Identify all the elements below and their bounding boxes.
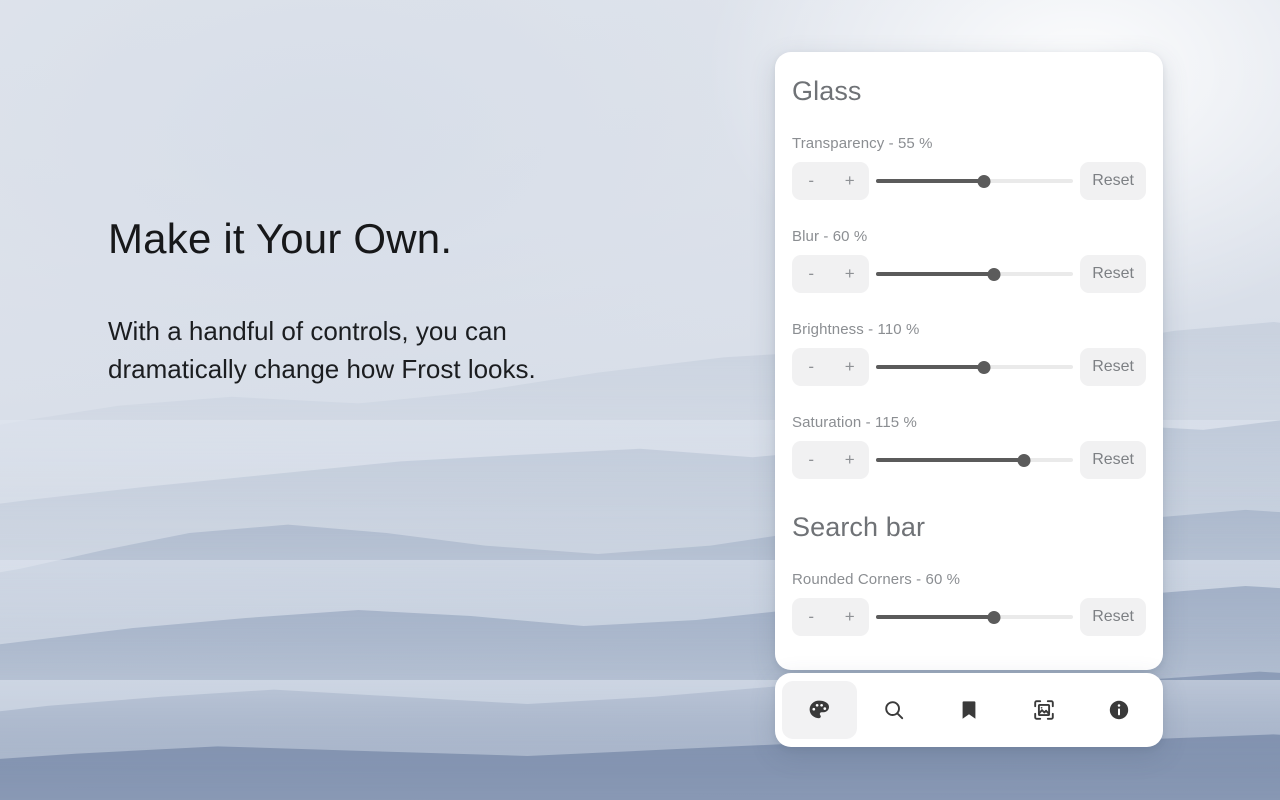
increment-button[interactable]: + — [831, 441, 870, 479]
nav-item-appearance[interactable] — [782, 681, 857, 739]
stepper-group: - + — [792, 162, 869, 200]
stepper-group: - + — [792, 441, 869, 479]
stepper-group: - + — [792, 598, 869, 636]
slider-thumb[interactable] — [987, 610, 1001, 624]
nav-item-about[interactable] — [1081, 681, 1156, 739]
slider-fill — [876, 615, 995, 619]
slider-thumb[interactable] — [977, 360, 991, 374]
decrement-button[interactable]: - — [792, 348, 831, 386]
slider-fill — [876, 272, 995, 276]
frost-settings-window: Glass Transparency - 55 % - + Reset Blur - 60… — [775, 52, 1163, 747]
reset-button[interactable]: Reset — [1080, 255, 1146, 293]
bottom-navigation-bar — [775, 673, 1163, 747]
decrement-button[interactable]: - — [792, 598, 831, 636]
info-icon — [1107, 698, 1131, 722]
app-screen: Make it Your Own. With a handful of cont… — [0, 0, 1280, 800]
slider-thumb[interactable] — [987, 267, 1001, 281]
hero-copy: Make it Your Own. With a handful of cont… — [108, 214, 708, 389]
slider-thumb[interactable] — [977, 174, 991, 188]
control-row: - + Reset — [792, 162, 1146, 200]
control-label: Brightness - 110 % — [792, 321, 920, 338]
slider[interactable] — [876, 348, 1074, 386]
control-row: - + Reset — [792, 598, 1146, 636]
nav-item-bookmarks[interactable] — [932, 681, 1007, 739]
increment-button[interactable]: + — [831, 162, 870, 200]
stepper-group: - + — [792, 348, 869, 386]
page-subtitle: With a handful of controls, you can dram… — [108, 316, 536, 385]
control-label: Blur - 60 % — [792, 228, 868, 245]
reset-button[interactable]: Reset — [1080, 598, 1146, 636]
reset-button[interactable]: Reset — [1080, 348, 1146, 386]
bookmark-icon — [957, 698, 981, 722]
nav-item-search[interactable] — [857, 681, 932, 739]
palette-icon — [807, 698, 831, 722]
section-title: Glass — [792, 76, 862, 106]
control-row: - + Reset — [792, 441, 1146, 479]
nav-item-wallpaper[interactable] — [1006, 681, 1081, 739]
slider-fill — [876, 365, 985, 369]
increment-button[interactable]: + — [831, 255, 870, 293]
control-row: - + Reset — [792, 348, 1146, 386]
increment-button[interactable]: + — [831, 598, 870, 636]
control-label: Saturation - 115 % — [792, 414, 917, 431]
section-title: Search bar — [792, 512, 926, 542]
slider[interactable] — [876, 255, 1074, 293]
slider-thumb[interactable] — [1017, 453, 1031, 467]
stepper-group: - + — [792, 255, 869, 293]
slider[interactable] — [876, 162, 1074, 200]
page-title: Make it Your Own. — [108, 215, 453, 262]
slider-fill — [876, 179, 985, 183]
decrement-button[interactable]: - — [792, 441, 831, 479]
control-label: Rounded Corners - 60 % — [792, 571, 961, 588]
slider[interactable] — [876, 598, 1074, 636]
search-icon — [882, 698, 906, 722]
decrement-button[interactable]: - — [792, 162, 831, 200]
increment-button[interactable]: + — [831, 348, 870, 386]
decrement-button[interactable]: - — [792, 255, 831, 293]
settings-scroll-area[interactable]: Glass Transparency - 55 % - + Reset Blur - 60… — [775, 52, 1163, 670]
wallpaper-icon — [1032, 698, 1056, 722]
control-row: - + Reset — [792, 255, 1146, 293]
reset-button[interactable]: Reset — [1080, 162, 1146, 200]
settings-panel: Glass Transparency - 55 % - + Reset Blur - 60… — [775, 52, 1163, 670]
slider[interactable] — [876, 441, 1074, 479]
slider-fill — [876, 458, 1024, 462]
control-label: Transparency - 55 % — [792, 135, 933, 152]
reset-button[interactable]: Reset — [1080, 441, 1146, 479]
